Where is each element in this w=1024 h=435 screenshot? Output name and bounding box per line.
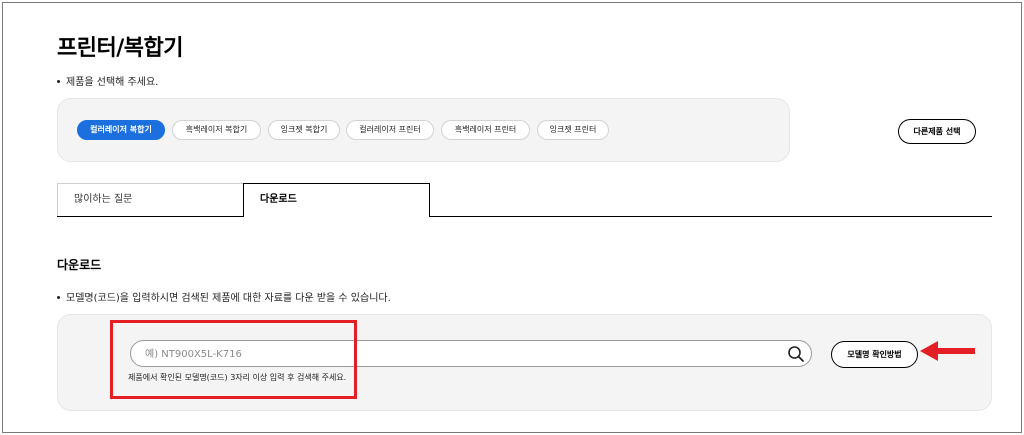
tab-divider <box>57 216 244 217</box>
product-chip-color-laser-mfp[interactable]: 컬러레이저 복합기 <box>77 120 165 140</box>
product-chip-inkjet-mfp[interactable]: 잉크젯 복합기 <box>268 120 340 140</box>
tab-divider <box>429 216 992 217</box>
search-icon[interactable] <box>787 345 805 363</box>
product-chip-mono-laser-mfp[interactable]: 흑백레이저 복합기 <box>172 120 261 140</box>
bullet-dot <box>57 79 60 83</box>
select-notice-text: 제품을 선택해 주세요. <box>66 77 159 88</box>
select-notice: 제품을 선택해 주세요. <box>57 73 158 88</box>
tab-download[interactable]: 다운로드 <box>243 183 430 217</box>
download-section-title: 다운로드 <box>57 258 102 272</box>
product-chip-mono-laser-printer[interactable]: 흑백레이저 프린터 <box>441 120 530 140</box>
annotation-highlight-box <box>110 320 357 399</box>
arrow-left-icon <box>920 341 975 361</box>
other-product-button[interactable]: 다른제품 선택 <box>898 119 976 144</box>
download-notice: 모델명(코드)을 입력하시면 검색된 제품에 대한 자료를 다운 받을 수 있습… <box>57 289 391 304</box>
model-check-guide-button[interactable]: 모델명 확인방법 <box>831 341 918 368</box>
product-type-panel: 컬러레이저 복합기 흑백레이저 복합기 잉크젯 복합기 컬러레이저 프린터 흑백… <box>57 98 790 162</box>
product-chip-inkjet-printer[interactable]: 잉크젯 프린터 <box>537 120 609 140</box>
tab-faq[interactable]: 많이하는 질문 <box>57 183 244 217</box>
page-title: 프린터/복합기 <box>57 36 183 61</box>
bullet-dot <box>57 295 60 299</box>
download-notice-text: 모델명(코드)을 입력하시면 검색된 제품에 대한 자료를 다운 받을 수 있습… <box>66 293 391 304</box>
product-chip-color-laser-printer[interactable]: 컬러레이저 프린터 <box>346 120 434 140</box>
